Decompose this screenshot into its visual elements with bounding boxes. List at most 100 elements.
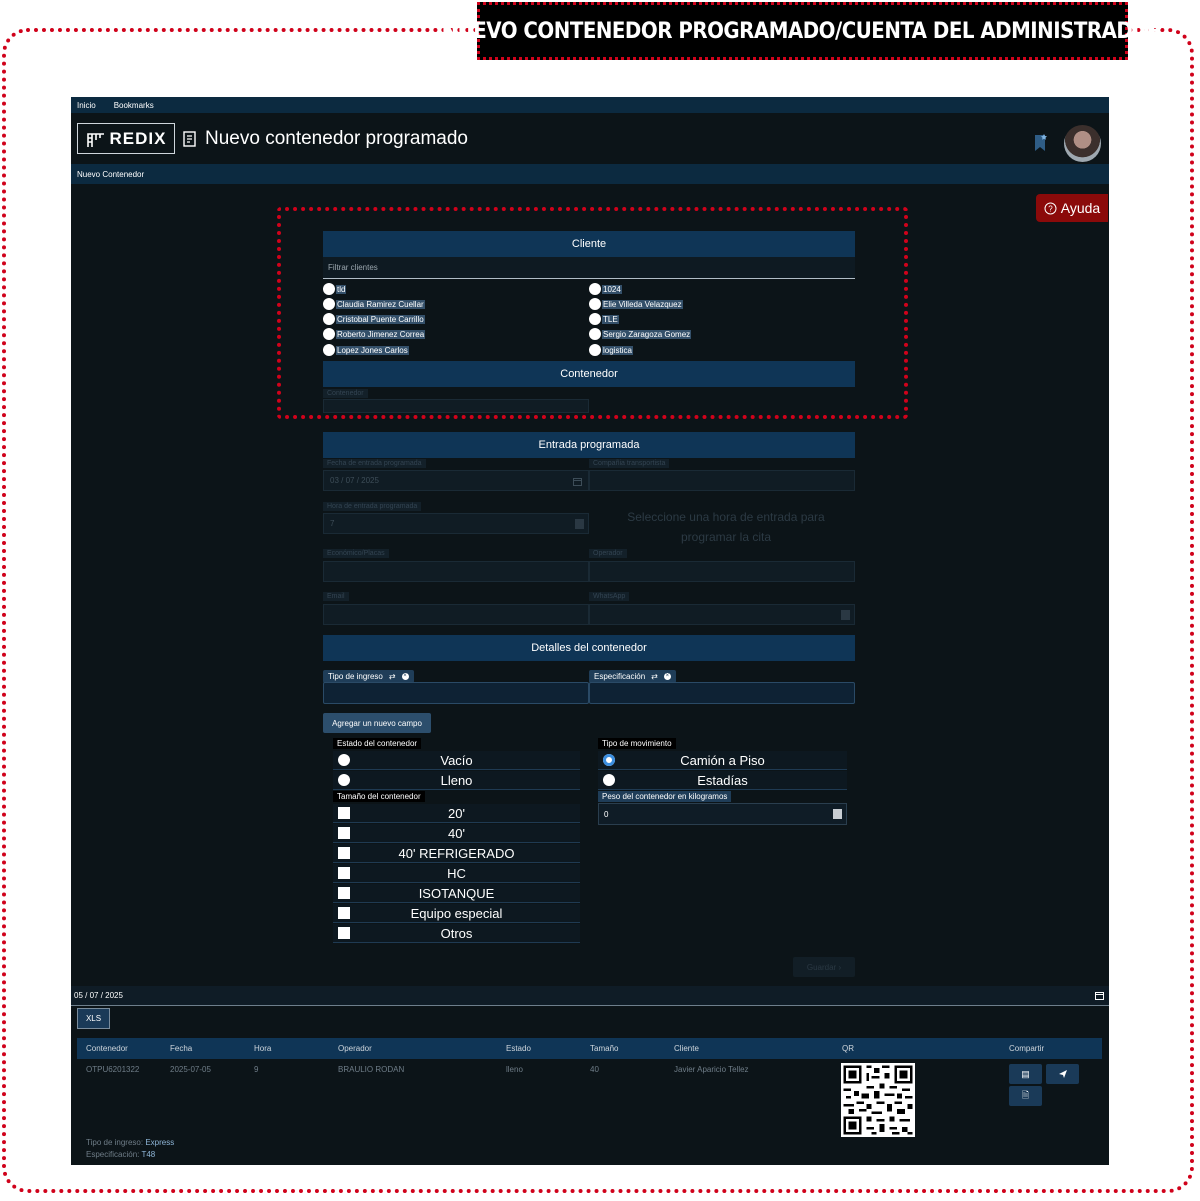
calendar-icon[interactable] [573,477,582,486]
spinner-icon[interactable] [833,809,842,819]
tamano-label: Tamaño del contenedor [333,791,425,802]
crane-icon [86,132,104,147]
avatar[interactable] [1064,125,1101,162]
checkbox-icon [338,927,350,939]
tipo-ingreso-footer-label: Tipo de ingreso: [86,1138,144,1147]
movimiento-label: Tipo de movimiento [598,738,676,749]
checkbox-icon [338,907,350,919]
date-value: 05 / 07 / 2025 [74,991,123,1000]
help-label: Ayuda [1060,200,1101,216]
xls-export-button[interactable]: XLS [77,1008,110,1029]
column-header: Compartir [1009,1044,1045,1053]
whatsapp-input[interactable] [589,604,855,625]
tamano-option[interactable]: 40' [333,824,580,843]
tamano-option[interactable]: Equipo especial [333,904,580,923]
table-cell: 2025-07-05 [170,1065,211,1074]
column-header: Tamaño [590,1044,619,1053]
document-icon [183,131,196,147]
menu-bookmarks[interactable]: Bookmarks [114,101,154,110]
page-title-wrap: Nuevo contenedor programado [181,128,468,150]
add-field-button[interactable]: Agregar un nuevo campo [323,713,431,733]
app-window: Inicio Bookmarks REDIX Nuevo contenedor … [71,97,1109,1165]
table-header: Contenedor Fecha Hora Operador Estado Ta… [77,1038,1102,1059]
print-icon: ▤ [1021,1068,1030,1079]
tamano-option[interactable]: 20' [333,804,580,823]
calendar-icon[interactable] [1095,991,1104,1000]
economico-input[interactable] [323,561,589,582]
table-cell: BRAULIO RODAN [338,1065,405,1074]
document-share-button[interactable]: 🗎 [1009,1086,1042,1106]
tipo-ingreso-input[interactable] [323,682,589,704]
guardar-label: Guardar [806,962,837,972]
radio-icon [603,774,615,786]
economico-label: Económico/Placas [323,549,389,558]
checkbox-icon [338,847,350,859]
especificacion-footer: Especificación: T48 [86,1150,155,1159]
fecha-value: 03 / 07 / 2025 [330,476,379,485]
compania-label: Compañia transportista [589,459,670,468]
peso-input[interactable]: 0 [598,803,847,825]
especificacion-footer-value: T48 [141,1150,156,1159]
especificacion-input[interactable] [589,682,855,704]
movimiento-option[interactable]: Camión a Piso [598,751,847,770]
entrada-header: Entrada programada [323,432,855,458]
column-header: Fecha [170,1044,193,1053]
spinner-icon[interactable] [841,610,850,620]
estado-label: Estado del contenedor [333,738,422,749]
fecha-label: Fecha de entrada programada [323,459,426,468]
tamano-option[interactable]: 40' REFRIGERADO [333,844,580,863]
telegram-share-button[interactable] [1046,1064,1079,1084]
checkbox-icon [338,807,350,819]
email-input[interactable] [323,604,589,625]
send-icon [1058,1070,1067,1078]
whatsapp-label: WhatsApp [589,592,630,601]
breadcrumb: Nuevo Contenedor [71,164,1109,184]
highlight-box [277,207,908,419]
table-cell: lleno [506,1065,523,1074]
tamano-option[interactable]: ISOTANQUE [333,884,580,903]
close-icon[interactable]: × [663,673,671,680]
date-filter-input[interactable]: 05 / 07 / 2025 [71,986,1109,1006]
redix-logo[interactable]: REDIX [77,123,175,154]
menu-inicio[interactable]: Inicio [77,101,96,110]
bookmark-star-icon[interactable] [1033,133,1049,153]
document-icon: 🗎 [1021,1090,1030,1100]
hora-message: Seleccione una hora de entrada para prog… [627,510,825,544]
top-menu: Inicio Bookmarks [71,97,1109,113]
operador-label: Operador [589,549,627,558]
table-row: OTPU6201322 2025-07-05 9 BRAULIO RODAN l… [77,1059,1102,1139]
hora-value: 7 [330,519,335,528]
print-button[interactable]: ▤ [1009,1064,1042,1084]
tamano-option[interactable]: Otros [333,924,580,943]
especificacion-text: Especificación [594,672,646,681]
guardar-button[interactable]: Guardar › [793,957,855,977]
estado-option[interactable]: Vacío [333,751,580,770]
tamano-option[interactable]: HC [333,864,580,883]
shuffle-icon[interactable]: ⇄ [651,672,658,681]
fecha-input[interactable]: 03 / 07 / 2025 [323,470,589,491]
tipo-ingreso-footer: Tipo de ingreso: Express [86,1138,174,1147]
tipo-ingreso-footer-value: Express [145,1138,175,1147]
checkbox-icon [338,887,350,899]
radio-icon [338,774,350,786]
hora-input[interactable]: 7 [323,513,589,534]
movimiento-option[interactable]: Estadías [598,771,847,790]
checkbox-icon [338,867,350,879]
close-icon[interactable]: × [401,673,409,680]
compania-input[interactable] [589,470,855,491]
logo-text: REDIX [109,128,167,148]
table-cell: Javier Aparicio Tellez [674,1065,749,1074]
breadcrumb-item[interactable]: Nuevo Contenedor [77,170,144,179]
svg-text:?: ? [1048,204,1053,213]
spinner-icon[interactable] [575,519,584,529]
estado-option[interactable]: Lleno [333,771,580,790]
column-header: Hora [254,1044,272,1053]
shuffle-icon[interactable]: ⇄ [389,672,396,681]
help-button[interactable]: ? Ayuda [1036,194,1108,222]
tipo-ingreso-text: Tipo de ingreso [328,672,383,681]
column-header: Operador [338,1044,372,1053]
question-icon: ? [1044,202,1057,214]
operador-input[interactable] [589,561,855,582]
radio-selected-icon [603,754,615,766]
qr-code-icon [841,1063,915,1137]
